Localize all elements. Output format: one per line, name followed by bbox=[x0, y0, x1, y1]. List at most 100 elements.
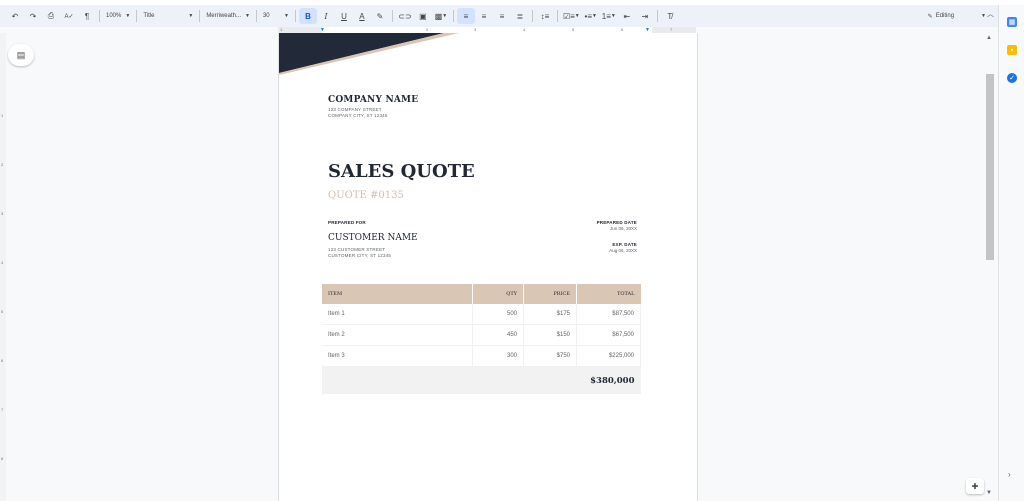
grand-total-cell[interactable]: $380,000 bbox=[322, 366, 641, 394]
qty-cell[interactable]: 450 bbox=[472, 324, 524, 346]
column-header-qty[interactable]: QTY bbox=[472, 284, 524, 304]
editing-mode-select[interactable]: ✎ Editing ▼ bbox=[928, 5, 986, 27]
style-select[interactable]: Title ▼ bbox=[140, 9, 196, 23]
qty-cell[interactable]: 500 bbox=[472, 304, 524, 325]
total-cell[interactable]: $67,500 bbox=[576, 324, 641, 346]
paint-format-icon: ¶ bbox=[84, 11, 90, 21]
customer-name[interactable]: CUSTOMER NAME bbox=[328, 233, 418, 243]
add-comment-button[interactable]: ✚ bbox=[966, 478, 984, 494]
table-row: Item 3 300 $750 $225,000 bbox=[322, 345, 641, 367]
scrollbar-thumb[interactable] bbox=[986, 74, 994, 260]
zoom-select[interactable]: 100% ▼ bbox=[103, 9, 133, 23]
spellcheck-button[interactable]: A✓ bbox=[60, 8, 78, 24]
side-panel: ▦ ▪ ✓ › bbox=[998, 5, 1024, 501]
vertical-ruler[interactable]: 1 2 3 4 5 6 7 8 bbox=[0, 33, 6, 501]
company-name[interactable]: COMPANY NAME bbox=[328, 95, 418, 105]
bold-icon: B bbox=[305, 11, 311, 21]
toolbar-divider bbox=[452, 10, 454, 22]
bulleted-list-button[interactable]: •≡ ▼ bbox=[582, 8, 600, 24]
expand-side-panel-button[interactable]: › bbox=[1008, 470, 1011, 479]
italic-button[interactable]: I bbox=[317, 8, 335, 24]
item-cell[interactable]: Item 1 bbox=[322, 304, 473, 325]
align-justify-button[interactable]: ≣ bbox=[511, 8, 529, 24]
align-right-button[interactable]: ≡ bbox=[493, 8, 511, 24]
chevron-down-icon: ▼ bbox=[442, 13, 448, 19]
total-cell[interactable]: $225,000 bbox=[576, 345, 641, 367]
company-street[interactable]: 123 COMPANY STREET bbox=[328, 107, 382, 112]
underline-button[interactable]: U bbox=[335, 8, 353, 24]
column-header-item[interactable]: ITEM bbox=[322, 284, 473, 304]
comment-icon: ▣ bbox=[419, 11, 427, 21]
column-header-price[interactable]: PRICE bbox=[523, 284, 577, 304]
calendar-icon[interactable]: ▦ bbox=[1007, 17, 1017, 27]
insert-link-button[interactable]: ⊂⊃ bbox=[396, 8, 414, 24]
ruler-tick-label: 2 bbox=[1, 162, 4, 167]
price-cell[interactable]: $750 bbox=[523, 345, 577, 367]
numbered-list-button[interactable]: 1≡ ▼ bbox=[600, 8, 618, 24]
item-cell[interactable]: Item 2 bbox=[322, 324, 473, 346]
exp-date-label[interactable]: EXP. DATE bbox=[612, 242, 637, 247]
chevron-down-icon: ▼ bbox=[125, 13, 131, 19]
bold-button[interactable]: B bbox=[298, 8, 317, 24]
line-spacing-icon: ↕≡ bbox=[540, 11, 550, 21]
decrease-indent-button[interactable]: ⇤ bbox=[618, 8, 636, 24]
customer-city[interactable]: CUSTOMER CITY, ST 12345 bbox=[328, 253, 391, 258]
prepared-date[interactable]: Jun 06, 20XX bbox=[610, 226, 637, 231]
highlight-button[interactable]: ✎ bbox=[371, 8, 389, 24]
ruler-tick-label: 3 bbox=[474, 27, 477, 32]
scroll-down-button[interactable]: ▼ bbox=[986, 490, 992, 496]
customer-street[interactable]: 123 CUSTOMER STREET bbox=[328, 247, 385, 252]
paint-format-button[interactable]: ¶ bbox=[78, 8, 96, 24]
align-justify-icon: ≣ bbox=[516, 11, 524, 21]
align-right-icon: ≡ bbox=[499, 11, 505, 21]
checklist-button[interactable]: ☑≡ ▼ bbox=[561, 8, 582, 24]
company-city[interactable]: COMPANY CITY, ST 12345 bbox=[328, 113, 388, 118]
exp-date[interactable]: Aug 06, 20XX bbox=[609, 248, 637, 253]
toolbar-divider bbox=[391, 10, 393, 22]
ruler-tick-label: 8 bbox=[1, 456, 4, 461]
item-cell[interactable]: Item 3 bbox=[322, 345, 473, 367]
document-outline-button[interactable]: ▤ bbox=[8, 44, 34, 66]
increase-indent-button[interactable]: ⇥ bbox=[636, 8, 654, 24]
decrease-indent-icon: ⇤ bbox=[623, 11, 631, 21]
insert-image-button[interactable]: ▩ ▼ bbox=[432, 8, 450, 24]
grand-total: $380,000 bbox=[590, 375, 635, 386]
toolbar-divider bbox=[556, 10, 558, 22]
document-page[interactable]: COMPANY NAME 123 COMPANY STREET COMPANY … bbox=[278, 33, 698, 501]
line-spacing-button[interactable]: ↕≡ bbox=[536, 8, 554, 24]
align-center-button[interactable]: ≡ bbox=[475, 8, 493, 24]
price-cell[interactable]: $175 bbox=[523, 304, 577, 325]
redo-button[interactable]: ↷ bbox=[24, 8, 42, 24]
price-cell[interactable]: $150 bbox=[523, 324, 577, 346]
undo-button[interactable]: ↶ bbox=[6, 8, 24, 24]
ruler-tick-label: 7 bbox=[670, 27, 673, 32]
ruler-tick-label: 4 bbox=[523, 27, 526, 32]
ruler-tick-label: 1 bbox=[280, 27, 283, 32]
chevron-down-icon: ▼ bbox=[245, 13, 250, 19]
column-header-total[interactable]: TOTAL bbox=[576, 284, 641, 304]
clear-formatting-button[interactable]: T̸ bbox=[661, 8, 679, 24]
font-size-select[interactable]: 30 ▼ bbox=[260, 9, 292, 23]
toolbar-divider bbox=[136, 10, 138, 22]
keep-icon[interactable]: ▪ bbox=[1007, 45, 1017, 55]
font-select[interactable]: Merriweath... ▼ bbox=[203, 9, 253, 23]
print-button[interactable]: ⎙ bbox=[42, 8, 60, 24]
quote-number[interactable]: QUOTE #0135 bbox=[328, 190, 404, 201]
quote-table[interactable]: ITEM QTY PRICE TOTAL Item 1 500 $175 $87… bbox=[322, 284, 641, 394]
align-left-button[interactable]: ≡ bbox=[456, 8, 475, 24]
tasks-icon[interactable]: ✓ bbox=[1007, 73, 1017, 83]
prepared-date-label[interactable]: PREPARED DATE bbox=[597, 220, 637, 225]
toolbar-divider bbox=[199, 10, 201, 22]
prepared-for-label[interactable]: PREPARED FOR bbox=[328, 220, 366, 225]
chevron-down-icon: ▼ bbox=[986, 490, 992, 496]
text-color-button[interactable]: A bbox=[353, 8, 371, 24]
collapse-toolbar-button[interactable]: ︿ bbox=[987, 9, 994, 19]
qty-cell[interactable]: 300 bbox=[472, 345, 524, 367]
document-title[interactable]: SALES QUOTE bbox=[328, 161, 475, 182]
image-icon: ▩ bbox=[434, 11, 443, 21]
checklist-icon: ☑≡ bbox=[562, 11, 575, 21]
undo-icon: ↶ bbox=[11, 11, 19, 21]
insert-comment-button[interactable]: ▣ bbox=[414, 8, 432, 24]
total-cell[interactable]: $87,500 bbox=[576, 304, 641, 325]
scroll-up-button[interactable]: ▲ bbox=[986, 35, 992, 41]
